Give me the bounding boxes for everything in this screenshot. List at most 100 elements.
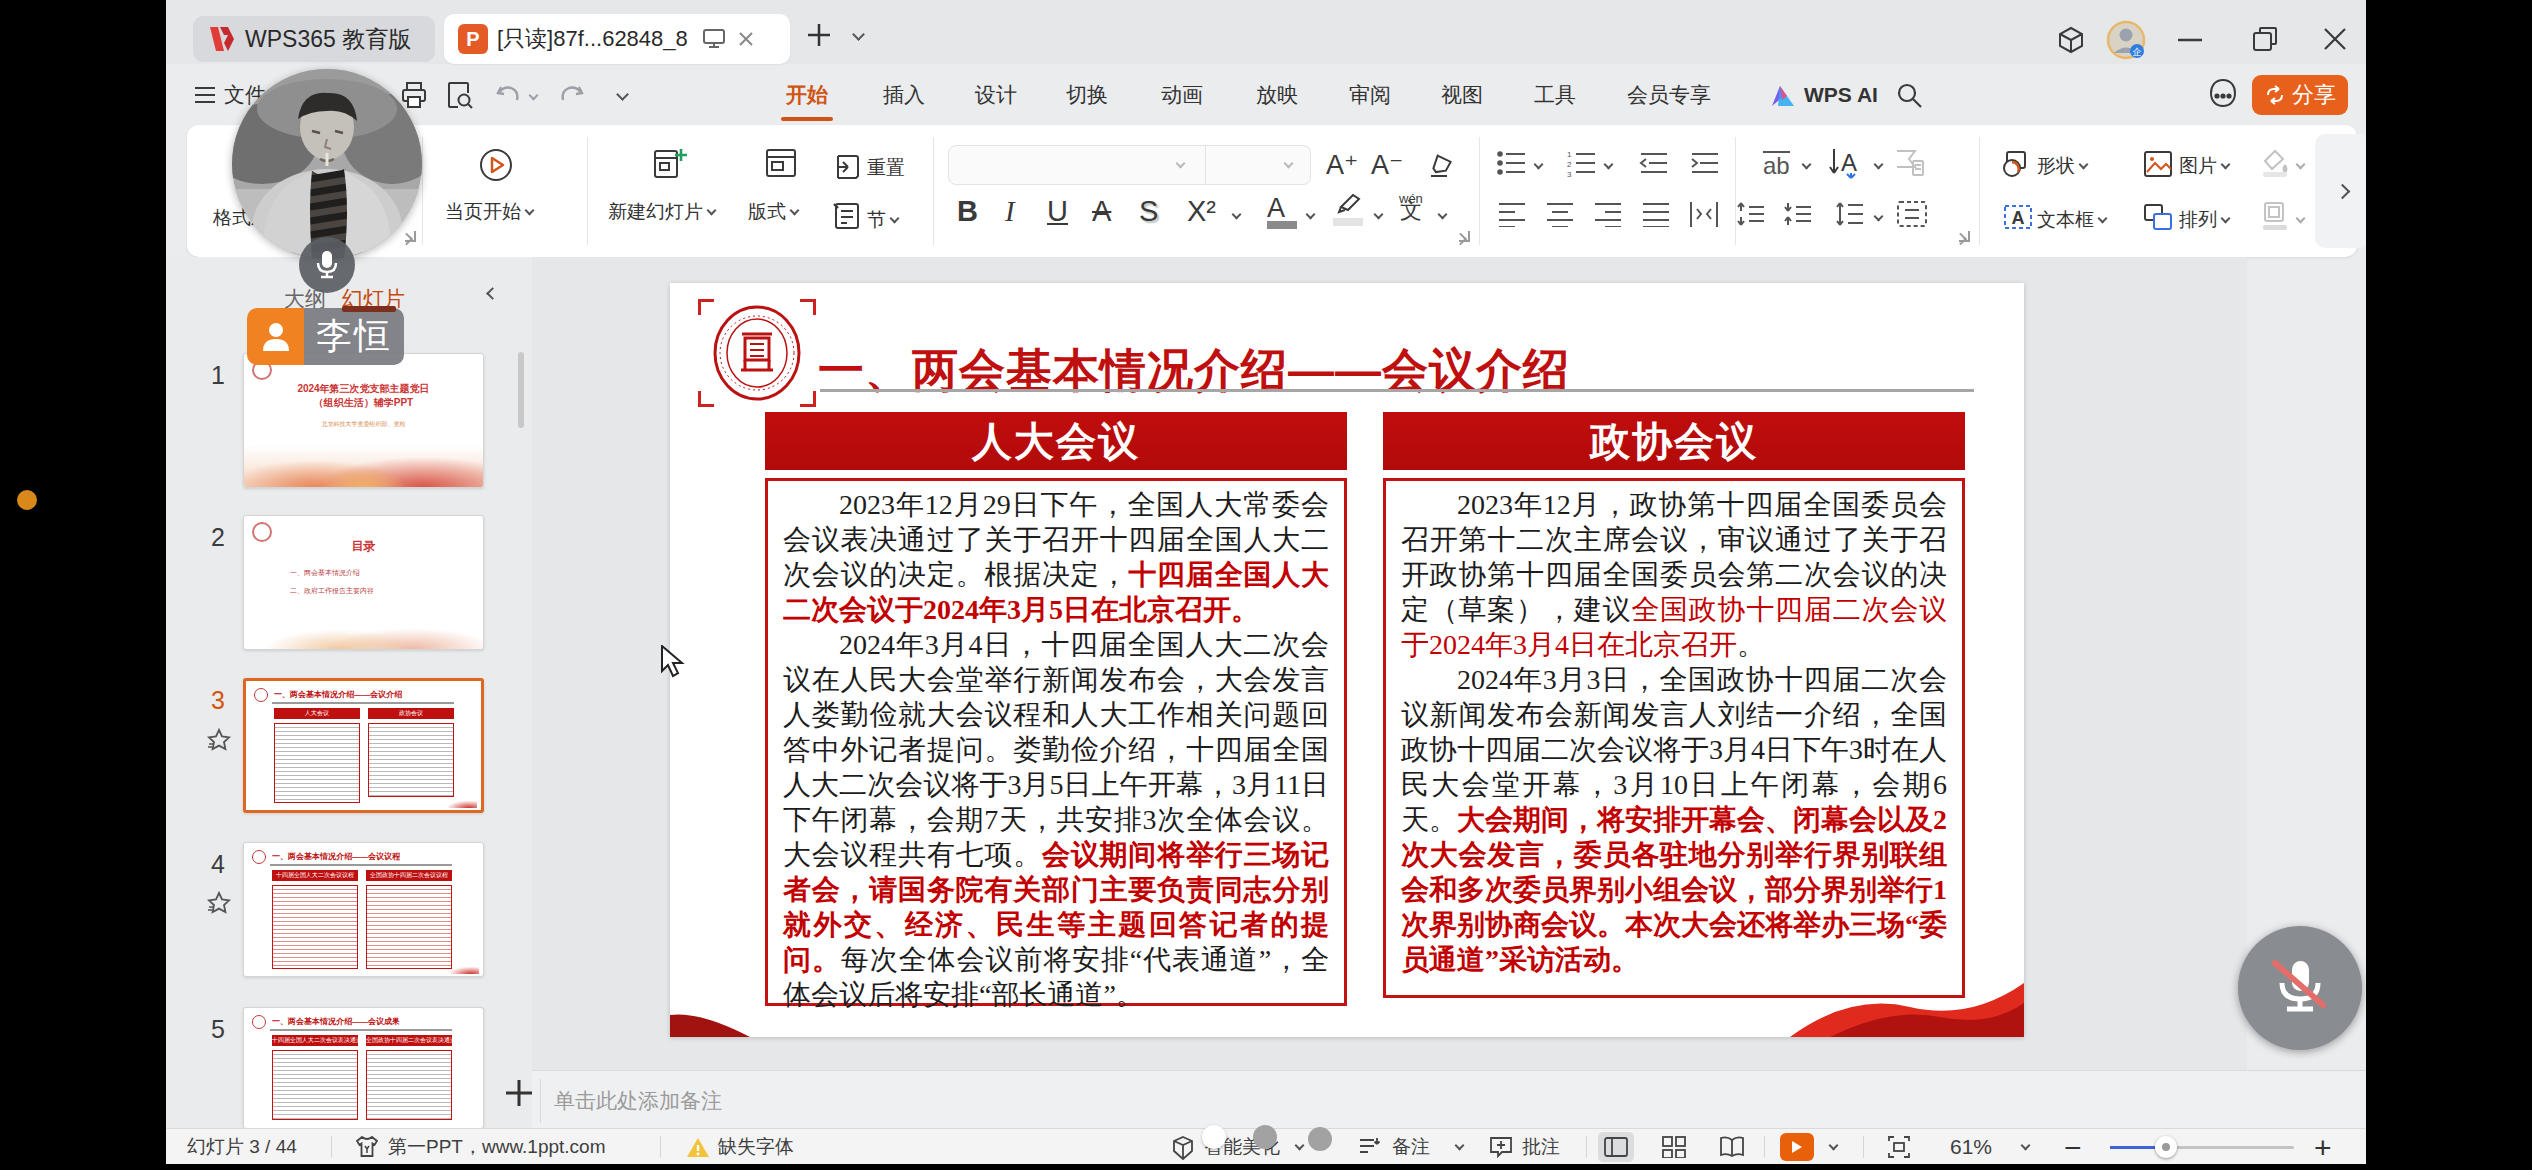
- tab-design[interactable]: 设计: [975, 64, 1017, 125]
- line-spacing-icon[interactable]: [1835, 201, 1865, 227]
- layout-button[interactable]: 版式: [748, 199, 798, 225]
- zoom-slider[interactable]: [2110, 1146, 2294, 1149]
- zoom-chevron-icon[interactable]: [2021, 1141, 2031, 1151]
- picture-button[interactable]: 图片: [2179, 153, 2229, 179]
- reset-icon[interactable]: [832, 152, 862, 182]
- numbered-list-chevron-icon[interactable]: [1604, 160, 1614, 170]
- shapes-button[interactable]: 形状: [2037, 153, 2087, 179]
- wps-ai-label[interactable]: WPS AI: [1804, 64, 1878, 125]
- undo-icon[interactable]: [496, 84, 522, 106]
- decrease-para-space-icon[interactable]: [1783, 201, 1813, 227]
- increase-indent-icon[interactable]: [1690, 149, 1720, 177]
- layout-icon[interactable]: [763, 145, 799, 181]
- align-left-icon[interactable]: [1497, 201, 1527, 227]
- zoom-level[interactable]: 61%: [1950, 1129, 1992, 1164]
- missing-fonts-button[interactable]: 缺失字体: [718, 1129, 794, 1164]
- bullet-list-chevron-icon[interactable]: [1534, 160, 1544, 170]
- fit-slide-icon[interactable]: [1886, 1135, 1912, 1159]
- align-center-icon[interactable]: [1545, 201, 1575, 227]
- slide-thumbnail-2[interactable]: 目录 一、两会基本情况介绍 二、政府工作报告主要内容: [243, 515, 484, 650]
- increase-font-button[interactable]: A⁺: [1326, 149, 1358, 181]
- highlight-chevron-icon[interactable]: [1374, 210, 1384, 220]
- textbox-button[interactable]: 文本框: [2037, 207, 2106, 233]
- app-box-icon[interactable]: [2056, 25, 2086, 55]
- text-shadow-button[interactable]: S: [1139, 195, 1158, 228]
- current-slide[interactable]: 一、两会基本情况介绍——会议介绍 人大会议 2023年12月29日下午，全国人大…: [670, 283, 2024, 1037]
- tab-transition[interactable]: 切换: [1066, 64, 1108, 125]
- tab-slideshow[interactable]: 放映: [1256, 64, 1298, 125]
- slide-thumbnail-3-selected[interactable]: 一、两会基本情况介绍——会议介绍 人大会议 政协会议: [243, 678, 484, 813]
- arrange-button[interactable]: 排列: [2179, 207, 2229, 233]
- font-name-select[interactable]: [948, 145, 1206, 185]
- play-options-chevron-icon[interactable]: [1829, 1141, 1839, 1151]
- hamburger-menu-icon[interactable]: [194, 86, 216, 104]
- start-from-page-button[interactable]: 当页开始: [445, 199, 533, 225]
- normal-view-button[interactable]: [1598, 1132, 1634, 1162]
- collapse-panel-icon[interactable]: [486, 287, 499, 300]
- slide-thumbnail-1[interactable]: 2024年第三次党支部主题党日 （组织生活）辅学PPT 北京科技大学党委组织部、…: [243, 353, 484, 488]
- pinyin-button[interactable]: wén文: [1399, 193, 1423, 220]
- strikethrough-button[interactable]: A: [1092, 195, 1111, 228]
- tab-animation[interactable]: 动画: [1161, 64, 1203, 125]
- notes-chevron-icon[interactable]: [1455, 1141, 1465, 1151]
- brand-text[interactable]: 第一PPT，www.1ppt.com: [388, 1129, 606, 1164]
- underline-button[interactable]: U: [1047, 195, 1068, 228]
- document-tab[interactable]: P [只读]87f...62848_8: [444, 14, 790, 64]
- highlight-color-icon[interactable]: [1333, 191, 1367, 226]
- tab-home[interactable]: 开始: [786, 64, 828, 125]
- text-align-box-icon[interactable]: [1897, 201, 1927, 227]
- redo-icon[interactable]: [558, 84, 584, 106]
- bullet-list-icon[interactable]: [1497, 149, 1527, 177]
- undo-chevron-icon[interactable]: [529, 91, 539, 101]
- new-slide-button[interactable]: 新建幻灯片: [608, 199, 715, 225]
- slide-thumbnail-4[interactable]: 一、两会基本情况介绍——会议议程 十四届全国人大二次会议议程 全国政协十四届二次…: [243, 842, 484, 977]
- beautify-chevron-icon[interactable]: [1295, 1141, 1305, 1151]
- new-slide-icon[interactable]: [652, 145, 690, 183]
- clear-format-icon[interactable]: [1427, 149, 1459, 181]
- zoom-slider-thumb[interactable]: [2155, 1136, 2177, 1158]
- play-from-page-icon[interactable]: [478, 147, 514, 183]
- textbox-icon[interactable]: A: [2003, 203, 2033, 231]
- minimize-button[interactable]: [2176, 36, 2204, 44]
- section-icon[interactable]: [832, 201, 862, 231]
- line-spacing-chevron-icon[interactable]: [1874, 212, 1884, 222]
- text-effects-chevron-icon[interactable]: [1802, 160, 1812, 170]
- share-button[interactable]: 分享: [2252, 75, 2348, 115]
- slideshow-play-button[interactable]: [1780, 1133, 1814, 1161]
- pinyin-chevron-icon[interactable]: [1438, 210, 1448, 220]
- text-effects-button[interactable]: ab: [1763, 151, 1790, 179]
- mute-button[interactable]: [2238, 926, 2362, 1050]
- tab-tools[interactable]: 工具: [1534, 64, 1576, 125]
- arrange-icon[interactable]: [2143, 203, 2173, 231]
- webcam-video[interactable]: [232, 69, 422, 259]
- align-right-icon[interactable]: [1593, 201, 1623, 227]
- new-tab-icon[interactable]: [806, 22, 832, 48]
- assistant-icon[interactable]: [2206, 77, 2240, 111]
- text-direction-chevron-icon[interactable]: [1874, 160, 1884, 170]
- close-window-button[interactable]: [2322, 26, 2348, 52]
- beautify-icon[interactable]: [1170, 1135, 1196, 1161]
- clipboard-dialog-launcher[interactable]: [405, 231, 416, 242]
- decrease-indent-icon[interactable]: [1639, 149, 1669, 177]
- home-tab[interactable]: WPS365 教育版: [193, 16, 435, 62]
- notes-panel-icon[interactable]: [1358, 1136, 1384, 1158]
- tab-review[interactable]: 审阅: [1349, 64, 1391, 125]
- restore-button[interactable]: [2250, 24, 2280, 54]
- search-icon[interactable]: [1896, 82, 1922, 108]
- font-dialog-launcher[interactable]: [1459, 231, 1470, 242]
- increase-para-space-icon[interactable]: [1736, 201, 1766, 227]
- notes-bar[interactable]: 单击此处添加备注: [532, 1070, 2366, 1128]
- tab-list-chevron-icon[interactable]: [852, 28, 865, 41]
- slide-sorter-view-button[interactable]: [1656, 1132, 1692, 1162]
- decrease-font-button[interactable]: A⁻: [1371, 149, 1403, 181]
- justify-icon[interactable]: [1641, 201, 1671, 227]
- font-size-select[interactable]: [1206, 145, 1311, 185]
- presenter-mic-icon[interactable]: [299, 237, 355, 293]
- comments-button[interactable]: 批注: [1522, 1129, 1560, 1164]
- present-monitor-icon[interactable]: [702, 28, 726, 50]
- quick-access-chevron-icon[interactable]: [616, 88, 629, 101]
- tab-view[interactable]: 视图: [1441, 64, 1483, 125]
- print-icon[interactable]: [400, 81, 428, 109]
- tab-member[interactable]: 会员专享: [1627, 64, 1711, 125]
- distribute-icon[interactable]: [1689, 201, 1719, 227]
